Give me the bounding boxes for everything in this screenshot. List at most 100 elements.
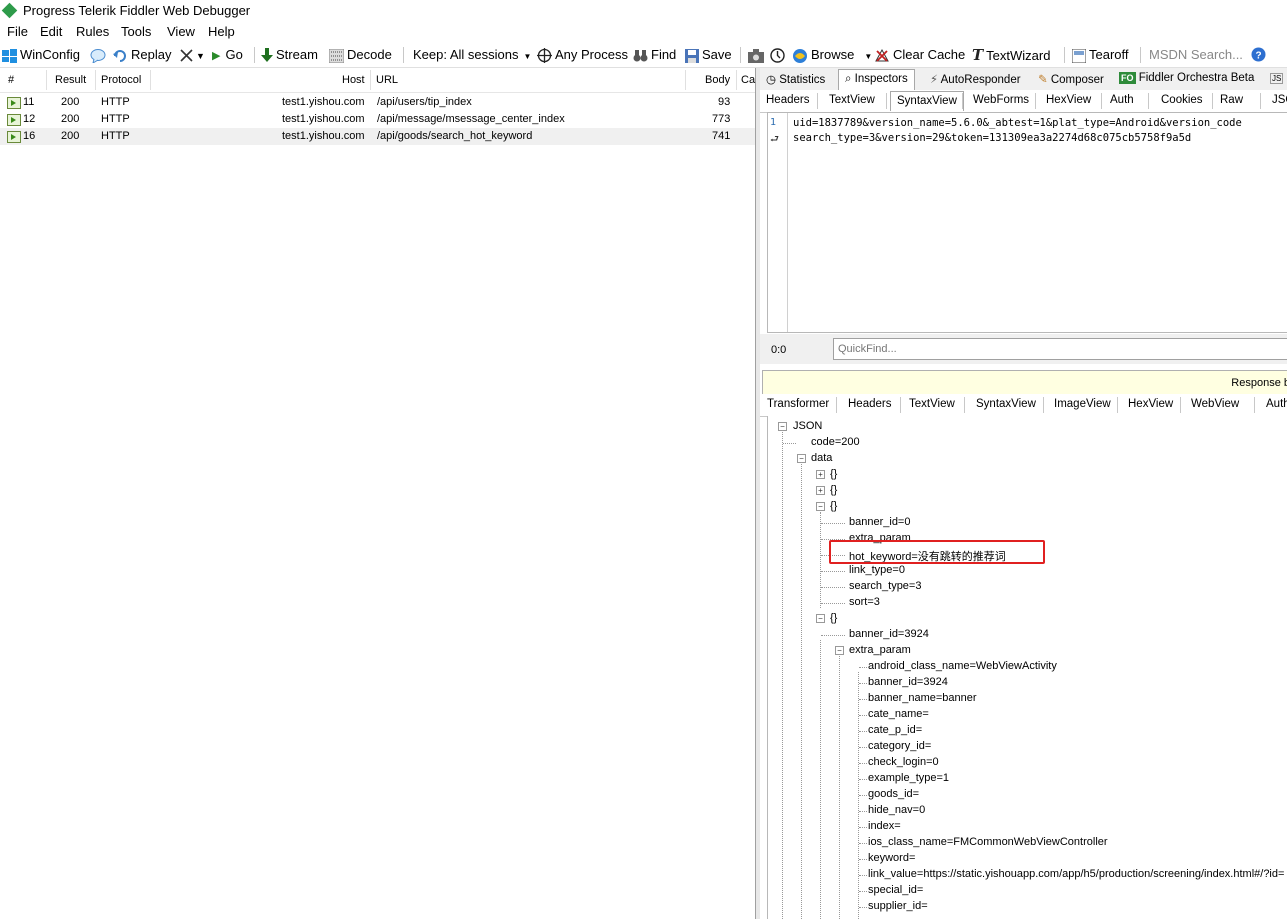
tree-leaf[interactable]: banner_id=3924 <box>849 628 929 640</box>
col-header-url[interactable]: URL <box>376 74 398 86</box>
tree-leaf-extra-field[interactable]: hide_nav=0 <box>868 804 925 816</box>
resp-tab-headers[interactable]: Headers <box>848 398 891 410</box>
expand-toggle-icon[interactable]: + <box>816 486 825 495</box>
col-header-body[interactable]: Body <box>705 74 730 86</box>
tab-orchestra[interactable]: FO Fiddler Orchestra Beta <box>1119 72 1254 84</box>
expand-toggle-icon[interactable]: + <box>816 470 825 479</box>
tree-leaf-extra-field[interactable]: index= <box>868 820 901 832</box>
resp-tab-syntaxview[interactable]: SyntaxView <box>976 398 1036 410</box>
find-button[interactable]: Find <box>633 46 676 64</box>
col-header-id[interactable]: # <box>8 74 14 86</box>
req-tab-hexview[interactable]: HexView <box>1046 94 1091 106</box>
resp-tab-textview[interactable]: TextView <box>909 398 955 410</box>
resp-tab-hexview[interactable]: HexView <box>1128 398 1173 410</box>
tree-leaf[interactable]: sort=3 <box>849 596 880 608</box>
tree-leaf-extra-field[interactable]: cate_p_id= <box>868 724 922 736</box>
tree-leaf-extra-field[interactable]: banner_name=banner <box>868 692 977 704</box>
resp-tab-imageview[interactable]: ImageView <box>1054 398 1111 410</box>
column-divider[interactable] <box>95 70 96 90</box>
col-header-caching[interactable]: Ca <box>741 74 755 86</box>
tree-leaf-extra-field[interactable]: keyword= <box>868 852 915 864</box>
clear-cache-button[interactable]: Clear Cache <box>874 46 965 64</box>
tree-leaf[interactable]: banner_id=0 <box>849 516 910 528</box>
quickfind-input[interactable]: QuickFind... <box>833 338 1287 360</box>
tree-node-object[interactable]: {} <box>830 468 837 480</box>
json-tree-view[interactable]: − JSON code=200 − data + {} + {} − {} ba… <box>767 416 1287 919</box>
timer-button[interactable] <box>770 46 788 64</box>
collapse-toggle-icon[interactable]: − <box>816 502 825 511</box>
req-tab-textview[interactable]: TextView <box>829 94 875 106</box>
msdn-search-input[interactable]: MSDN Search... <box>1146 45 1249 65</box>
comment-button[interactable] <box>90 46 109 64</box>
tab-more[interactable]: JS F <box>1270 72 1287 84</box>
tree-node-object[interactable]: {} <box>830 500 837 512</box>
menu-rules[interactable]: Rules <box>76 24 109 39</box>
req-tab-headers[interactable]: Headers <box>766 94 809 106</box>
session-row-selected[interactable]: 16 200 HTTP test1.yishou.com /api/goods/… <box>0 128 755 145</box>
req-tab-raw[interactable]: Raw <box>1220 94 1243 106</box>
resp-tab-auth[interactable]: Auth <box>1266 398 1287 410</box>
column-divider[interactable] <box>46 70 47 90</box>
menu-tools[interactable]: Tools <box>121 24 151 39</box>
column-divider[interactable] <box>370 70 371 90</box>
tree-leaf-extra-field[interactable]: link_value=https://static.yishouapp.com/… <box>868 868 1284 880</box>
screenshot-button[interactable] <box>748 46 767 64</box>
col-header-result[interactable]: Result <box>55 74 86 86</box>
winconfig-button[interactable]: WinConfig <box>2 46 80 64</box>
req-tab-webforms[interactable]: WebForms <box>973 94 1029 106</box>
tree-node-code[interactable]: code=200 <box>811 436 860 448</box>
tab-inspectors[interactable]: ⌕ Inspectors <box>838 69 915 90</box>
tree-leaf-extra-field[interactable]: check_login=0 <box>868 756 939 768</box>
save-button[interactable]: Save <box>685 46 732 64</box>
tab-composer[interactable]: ✎ Composer <box>1038 72 1104 86</box>
menu-file[interactable]: File <box>7 24 28 39</box>
menu-view[interactable]: View <box>167 24 195 39</box>
column-divider[interactable] <box>736 70 737 90</box>
session-row[interactable]: 11 200 HTTP test1.yishou.com /api/users/… <box>0 94 755 111</box>
column-divider[interactable] <box>685 70 686 90</box>
tree-leaf-extra-field[interactable]: cate_name= <box>868 708 929 720</box>
tearoff-button[interactable]: Tearoff <box>1072 46 1129 64</box>
col-header-host[interactable]: Host <box>342 74 365 86</box>
replay-button[interactable]: Replay <box>113 46 171 64</box>
resp-tab-transformer[interactable]: Transformer <box>767 398 829 410</box>
response-notice-bar[interactable]: Response b <box>762 370 1287 396</box>
req-tab-syntaxview[interactable]: SyntaxView <box>890 91 964 111</box>
tree-leaf[interactable]: search_type=3 <box>849 580 921 592</box>
collapse-toggle-icon[interactable]: − <box>778 422 787 431</box>
tab-statistics[interactable]: ◷ Statistics <box>766 72 825 86</box>
resp-tab-webview[interactable]: WebView <box>1191 398 1239 410</box>
tree-leaf-extra-field[interactable]: category_id= <box>868 740 931 752</box>
stream-button[interactable]: Stream <box>261 46 318 64</box>
tree-leaf-extra-field[interactable]: ios_class_name=FMCommonWebViewController <box>868 836 1108 848</box>
tree-node-object[interactable]: {} <box>830 612 837 624</box>
help-button[interactable]: ? <box>1251 47 1266 65</box>
menu-edit[interactable]: Edit <box>40 24 62 39</box>
req-tab-auth[interactable]: Auth <box>1110 94 1134 106</box>
session-row[interactable]: 12 200 HTTP test1.yishou.com /api/messag… <box>0 111 755 128</box>
tree-node-data[interactable]: data <box>811 452 832 464</box>
tree-leaf-extra-field[interactable]: android_class_name=WebViewActivity <box>868 660 1057 672</box>
tree-node-root[interactable]: JSON <box>793 420 822 432</box>
go-button[interactable]: ▶ Go <box>212 46 243 64</box>
tab-autoresponder[interactable]: ⚡ AutoResponder <box>930 72 1021 86</box>
remove-button[interactable]: ▼ <box>180 46 205 64</box>
tree-leaf-extra-field[interactable]: banner_id=3924 <box>868 676 948 688</box>
keep-sessions-dropdown[interactable]: Keep: All sessions ▼ <box>413 46 531 64</box>
tree-node-extra-param[interactable]: extra_param <box>849 644 911 656</box>
tree-leaf-extra-field[interactable]: supplier_id= <box>868 900 928 912</box>
collapse-toggle-icon[interactable]: − <box>816 614 825 623</box>
menu-help[interactable]: Help <box>208 24 235 39</box>
req-tab-cookies[interactable]: Cookies <box>1161 94 1203 106</box>
col-header-protocol[interactable]: Protocol <box>101 74 141 86</box>
column-divider[interactable] <box>150 70 151 90</box>
browse-button[interactable]: Browse ▼ <box>792 46 872 64</box>
tree-node-object[interactable]: {} <box>830 484 837 496</box>
tree-leaf-extra-field[interactable]: goods_id= <box>868 788 919 800</box>
collapse-toggle-icon[interactable]: − <box>797 454 806 463</box>
collapse-toggle-icon[interactable]: − <box>835 646 844 655</box>
request-syntax-editor[interactable]: 1 ⮐ uid=1837789&version_name=5.6.0&_abte… <box>767 112 1287 333</box>
tree-leaf-extra-field[interactable]: special_id= <box>868 884 923 896</box>
any-process-button[interactable]: Any Process <box>537 46 628 64</box>
tree-leaf-extra-field[interactable]: example_type=1 <box>868 772 949 784</box>
